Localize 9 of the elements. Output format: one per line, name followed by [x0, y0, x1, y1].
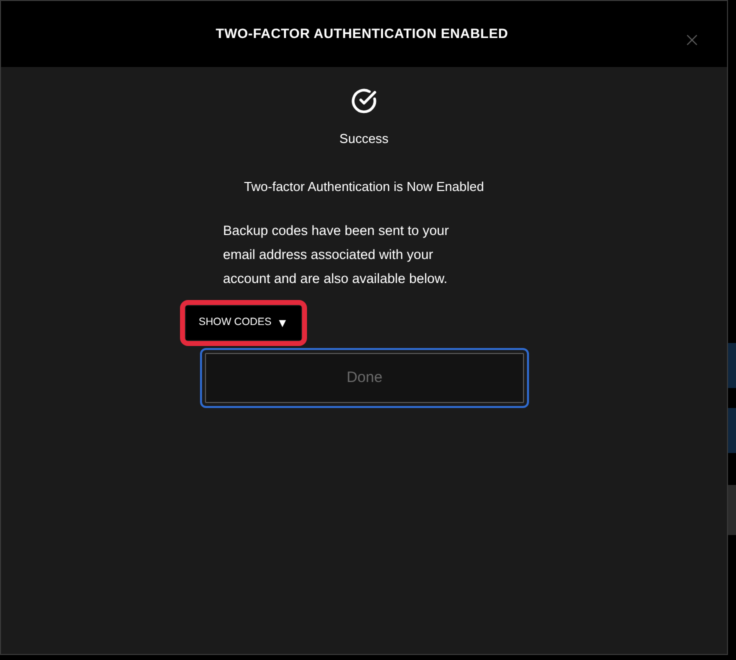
- dialog-title: TWO-FACTOR AUTHENTICATION ENABLED: [216, 24, 510, 43]
- message-text: Two-factor Authentication is Now Enabled: [244, 178, 484, 196]
- background-panel-edge: [728, 485, 736, 535]
- show-codes-button[interactable]: SHOW CODES ▼: [186, 306, 301, 340]
- background-panel-edge: [728, 343, 736, 388]
- description-text: Backup codes have been sent to your email address associated with your account and are also available below.: [223, 222, 450, 288]
- background-panel-edge: [728, 408, 736, 453]
- status-heading: Success: [339, 130, 389, 148]
- check-circle-icon: [351, 88, 377, 114]
